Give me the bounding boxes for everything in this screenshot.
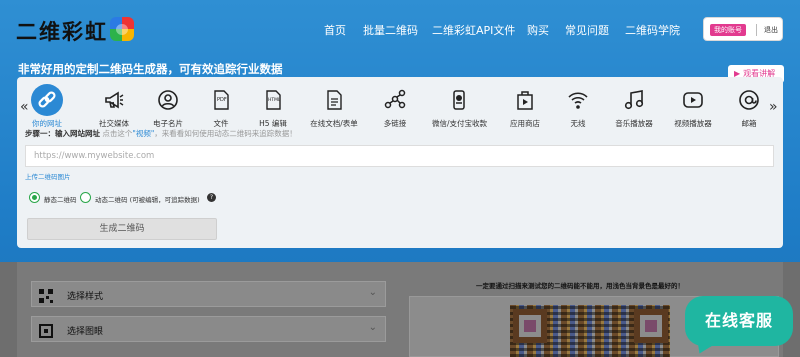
logout-link[interactable]: 退出 — [764, 24, 778, 36]
tab-label: 应用商店 — [510, 119, 540, 128]
chevron-down-icon: ⌄ — [368, 287, 377, 298]
svg-text:HTML: HTML — [268, 97, 281, 103]
multi-link-icon — [383, 88, 407, 112]
tab-email[interactable]: 邮箱 — [722, 82, 776, 132]
tab-website[interactable]: 你的网址 — [20, 82, 74, 132]
account-box: 我的账号 退出 — [703, 17, 783, 41]
tab-label: 多链接 — [383, 119, 407, 128]
tab-app-store[interactable]: 应用商店 — [498, 82, 552, 132]
qr-eye-icon — [39, 323, 53, 338]
content-type-tabs: « » 你的网址 社交媒体 电子名片 PDF 文件 HTML H5 编辑 在线文… — [17, 82, 783, 132]
qr-finder-pattern — [634, 309, 668, 343]
my-account-button[interactable]: 我的账号 — [710, 24, 746, 36]
user-card-icon — [156, 88, 180, 112]
nav-batch-qr[interactable]: 批量二维码 — [363, 22, 418, 38]
tagline: 非常好用的定制二维码生成器，可有效追踪行业数据 — [18, 62, 283, 76]
nav-faq[interactable]: 常见问题 — [565, 22, 609, 38]
chevron-down-icon: ⌄ — [368, 322, 377, 333]
select-style-accordion[interactable]: 选择样式 ⌄ — [31, 281, 386, 307]
tab-music-player[interactable]: 音乐播放器 — [607, 82, 661, 132]
tab-label: 音乐播放器 — [615, 119, 653, 128]
link-icon — [31, 84, 63, 116]
megaphone-icon — [102, 88, 126, 112]
qr-finder-pattern — [513, 309, 547, 343]
nav-home[interactable]: 首页 — [324, 22, 346, 38]
online-support-button[interactable]: 在线客服 — [685, 296, 793, 346]
qr-style-icon — [39, 288, 53, 303]
nav-api-docs[interactable]: 二维彩虹API文件 — [432, 22, 515, 38]
tab-label: 在线文档/表单 — [310, 119, 358, 128]
video-link[interactable]: "视频" — [132, 129, 154, 138]
upload-qr-link[interactable]: 上传二维码图片 — [25, 171, 71, 181]
account-divider — [756, 24, 757, 36]
tab-online-doc[interactable]: 在线文档/表单 — [307, 82, 361, 132]
url-input[interactable] — [25, 145, 774, 167]
nav-academy[interactable]: 二维码学院 — [625, 22, 680, 38]
app-store-icon — [513, 88, 537, 112]
header: 二维彩虹 首页 批量二维码 二维彩虹API文件 购买 常见问题 二维码学院 我的… — [0, 0, 800, 60]
document-icon — [322, 88, 346, 112]
tab-vcard[interactable]: 电子名片 — [141, 82, 195, 132]
tab-label: 邮箱 — [741, 119, 757, 128]
dynamic-qr-radio[interactable] — [80, 192, 91, 203]
pdf-icon: PDF — [209, 88, 233, 112]
generate-qr-button[interactable]: 生成二维码 — [27, 218, 217, 240]
tab-label: 视频播放器 — [674, 119, 712, 128]
main-nav: 首页 批量二维码 二维彩虹API文件 购买 常见问题 二维码学院 — [0, 22, 800, 38]
nav-buy[interactable]: 购买 — [527, 22, 549, 38]
dynamic-qr-label[interactable]: 动态二维码 (可被编辑，可追踪数据) — [95, 194, 200, 204]
tab-label: 无线 — [570, 119, 586, 128]
static-qr-radio[interactable] — [29, 192, 40, 203]
video-icon — [681, 88, 705, 112]
static-qr-label[interactable]: 静态二维码 — [44, 194, 77, 204]
wifi-icon — [566, 88, 590, 112]
step-title: 步骤一：输入网站网址 — [25, 129, 100, 138]
select-style-label: 选择样式 — [67, 292, 104, 302]
step-instruction: 步骤一：输入网站网址 点击这个"视频"，来看看如何使用动态二维码来追踪数据！ — [25, 128, 297, 139]
tab-label: 微信/支付宝收款 — [432, 119, 488, 128]
html-icon: HTML — [261, 88, 285, 112]
scan-test-notice: 一定要通过扫描来测试您的二维码能不能用，用浅色当背景色是最好的！ — [476, 282, 684, 290]
svg-text:PDF: PDF — [217, 97, 227, 103]
qr-type-radio-group: 静态二维码 动态二维码 (可被编辑，可追踪数据) ? — [29, 192, 229, 204]
tab-social-media[interactable]: 社交媒体 — [87, 82, 141, 132]
select-eye-label: 选择图眼 — [67, 327, 104, 337]
tab-video-player[interactable]: 视频播放器 — [666, 82, 720, 132]
tab-file[interactable]: PDF 文件 — [194, 82, 248, 132]
email-icon — [737, 88, 761, 112]
select-eye-accordion[interactable]: 选择图眼 ⌄ — [31, 316, 386, 342]
step-hint-prefix: 点击这个 — [102, 129, 133, 138]
music-icon — [622, 88, 646, 112]
tab-multi-link[interactable]: 多链接 — [368, 82, 422, 132]
tab-payment[interactable]: 微信/支付宝收款 — [432, 82, 488, 132]
step-hint-suffix: ，来看看如何使用动态二维码来追踪数据！ — [154, 129, 297, 138]
payment-icon — [447, 88, 471, 112]
tab-wifi[interactable]: 无线 — [551, 82, 605, 132]
tab-h5-editor[interactable]: HTML H5 编辑 — [246, 82, 300, 132]
help-icon[interactable]: ? — [207, 193, 216, 202]
